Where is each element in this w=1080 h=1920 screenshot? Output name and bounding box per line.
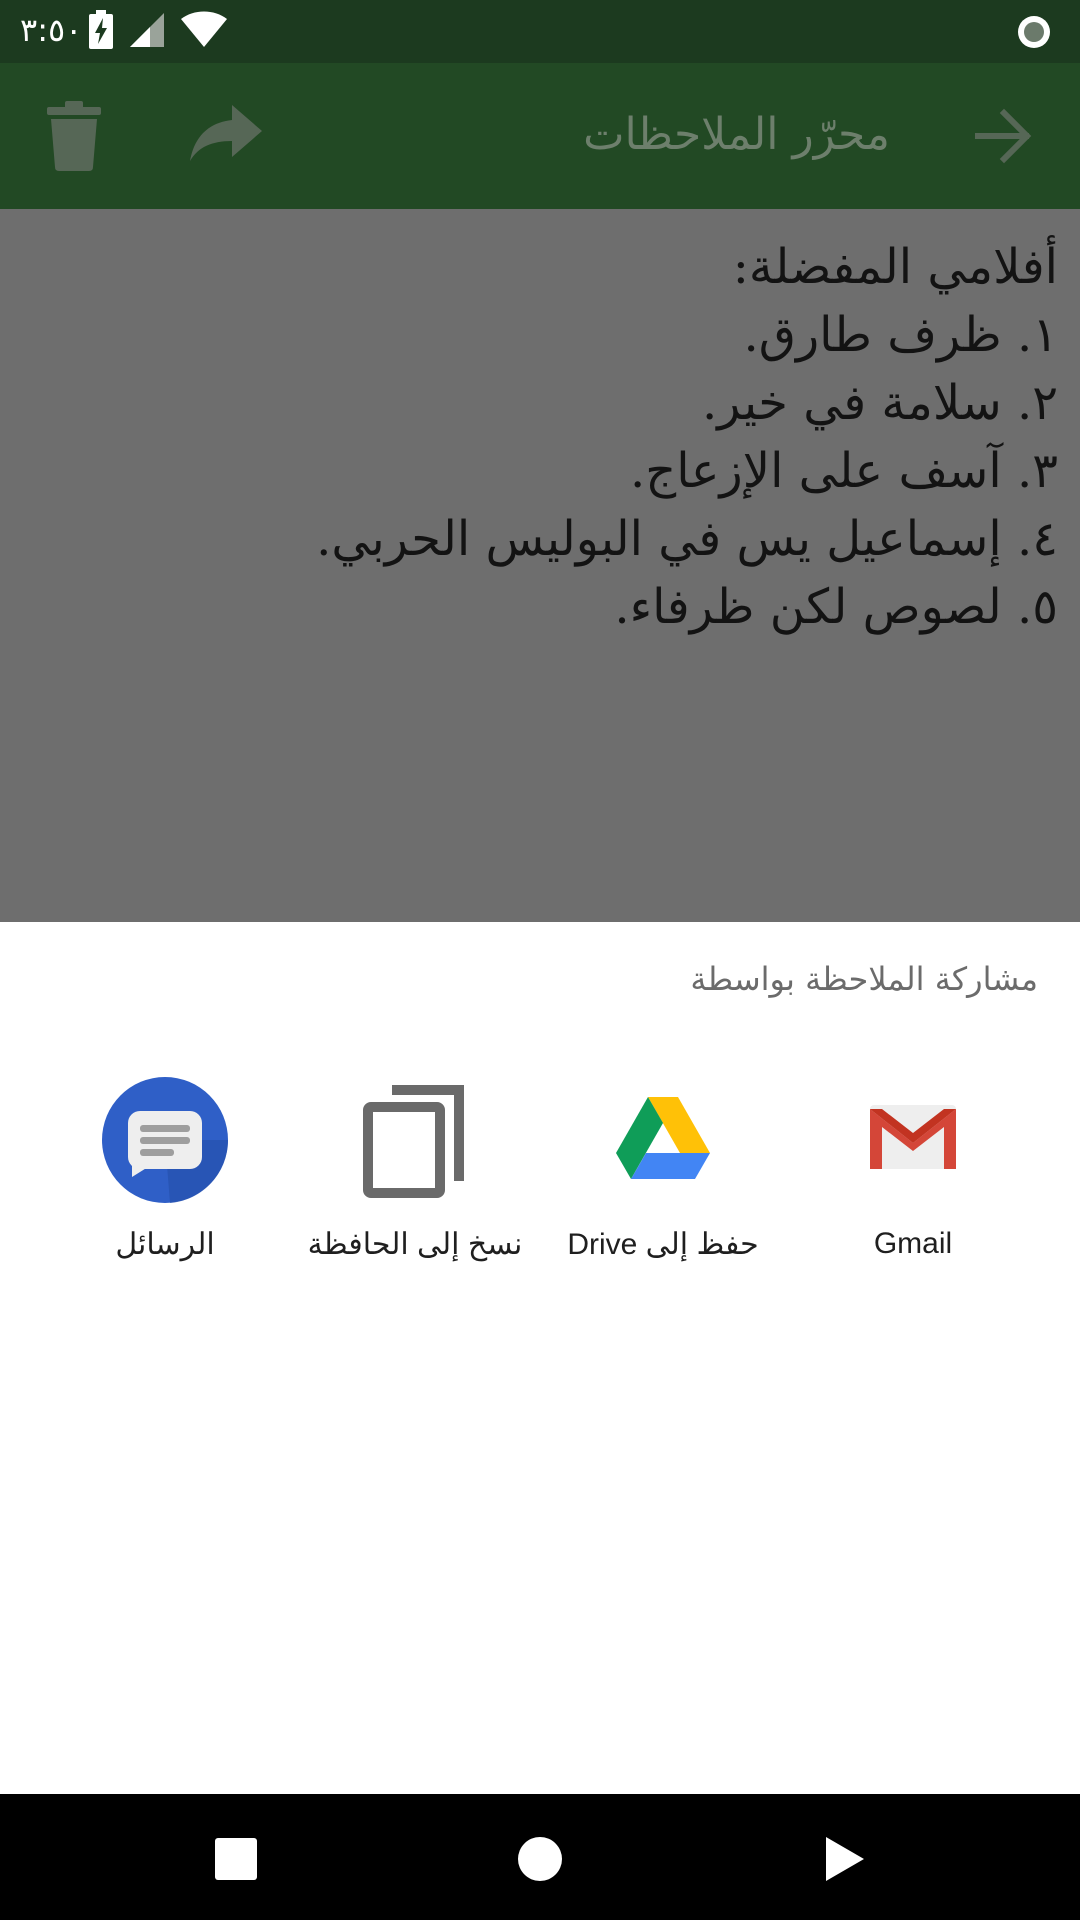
note-line: ٣. آسف على الإزعاج.: [630, 443, 1058, 499]
back-icon[interactable]: [818, 1834, 868, 1884]
record-icon: [1018, 16, 1050, 48]
share-target-label: الرسائل: [115, 1228, 215, 1261]
gmail-icon: [870, 1105, 956, 1169]
note-line: ٢. سلامة في خير.: [702, 375, 1058, 431]
note-line: ٥. لصوص لكن ظرفاء.: [614, 579, 1058, 635]
copy-icon: [363, 1085, 464, 1198]
share-icon[interactable]: [188, 103, 264, 163]
status-bar: ٣:٥٠: [0, 0, 1080, 63]
share-target-copy[interactable]: نسخ إلى الحافظة: [290, 1077, 540, 1297]
delete-icon[interactable]: [45, 101, 103, 171]
battery-charging-icon: [89, 10, 113, 49]
share-sheet-title: مشاركة الملاحظة بواسطة: [690, 960, 1038, 998]
share-target-gmail[interactable]: Gmail: [788, 1077, 1038, 1297]
note-editor[interactable]: أفلامي المفضلة: ١. ظرف طارق. ٢. سلامة في…: [0, 209, 1080, 922]
app-toolbar: محرّر الملاحظات: [0, 63, 1080, 209]
back-arrow-icon[interactable]: [974, 107, 1032, 165]
share-target-label: نسخ إلى الحافظة: [307, 1228, 523, 1261]
messages-icon: [102, 1077, 228, 1203]
signal-icon: [130, 13, 164, 47]
home-icon[interactable]: [515, 1834, 565, 1884]
note-line: أفلامي المفضلة:: [732, 239, 1058, 295]
note-line: ٤. إسماعيل يس في البوليس الحربي.: [316, 511, 1058, 567]
share-target-drive[interactable]: حفظ إلى Drive: [538, 1077, 788, 1297]
navigation-bar: [0, 1794, 1080, 1920]
note-text: أفلامي المفضلة: ١. ظرف طارق. ٢. سلامة في…: [316, 233, 1058, 641]
status-time: ٣:٥٠: [20, 11, 83, 49]
recents-icon[interactable]: [211, 1834, 261, 1884]
wifi-icon: [181, 11, 227, 47]
toolbar-title: محرّر الملاحظات: [583, 109, 890, 160]
share-sheet: مشاركة الملاحظة بواسطة Gmail حفظ إلى Dri…: [0, 922, 1080, 1794]
share-targets: Gmail حفظ إلى Drive نسخ إلى الحافظة الرس…: [0, 1077, 1080, 1297]
share-target-messages[interactable]: الرسائل: [40, 1077, 290, 1297]
drive-icon: [616, 1097, 710, 1179]
status-icons: [88, 10, 228, 50]
share-target-label: Gmail: [873, 1227, 953, 1260]
note-line: ١. ظرف طارق.: [743, 307, 1058, 363]
share-target-label: حفظ إلى Drive: [567, 1228, 759, 1261]
